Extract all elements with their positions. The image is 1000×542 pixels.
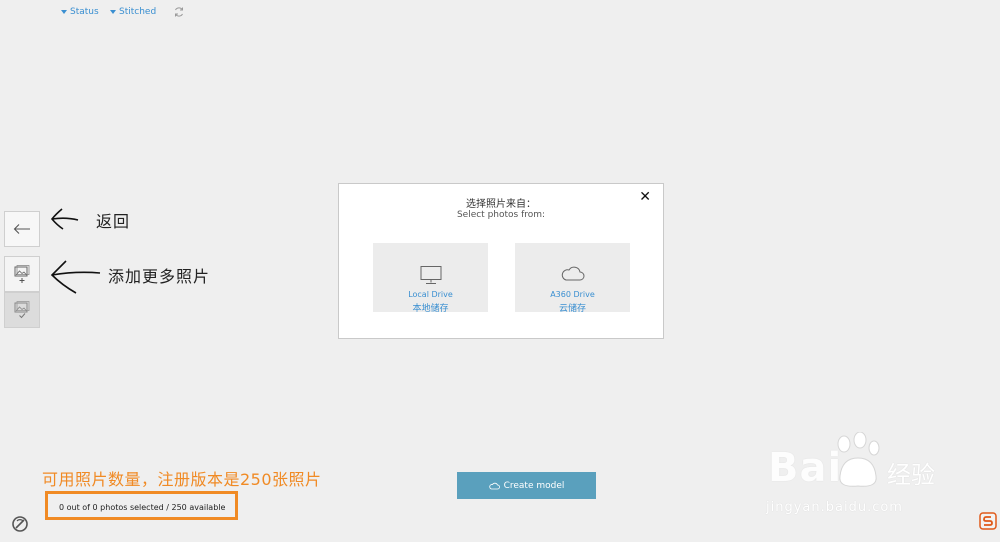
status-filter-label: Status (70, 7, 99, 17)
dialog-title-cn: 选择照片来自： (466, 199, 536, 210)
local-drive-label-cn: 本地储存 (412, 304, 449, 314)
select-photos-dialog: 选择照片来自： Select photos from: ✕ Local Driv… (338, 183, 664, 339)
a360-drive-label-cn: 云储存 (558, 304, 586, 314)
annotation-back-label: 返回 (96, 212, 131, 231)
photo-count-status: 0 out of 0 photos selected / 250 availab… (45, 491, 238, 520)
sync-icon[interactable] (11, 515, 29, 533)
refresh-icon[interactable] (173, 6, 185, 18)
local-drive-option[interactable]: Local Drive 本地储存 (373, 243, 488, 314)
watermark-brand-cn: 经验 (887, 461, 935, 489)
photo-check-icon (14, 301, 30, 319)
watermark-url: jingyan.baidu.com (766, 500, 903, 515)
arrow-left-icon (13, 224, 30, 234)
stitched-filter[interactable]: Stitched (110, 7, 156, 17)
annotation-count-note: 可用照片数量，注册版本是250张照片 (42, 470, 322, 489)
status-filter[interactable]: Status (61, 7, 99, 17)
create-model-label: Create model (503, 480, 565, 491)
back-button[interactable] (4, 211, 40, 247)
photo-count-text: 0 out of 0 photos selected / 250 availab… (59, 503, 226, 512)
paw-icon (837, 432, 880, 487)
add-photos-button[interactable] (4, 256, 40, 292)
annotation-add-more-label: 添加更多照片 (108, 267, 211, 286)
close-icon[interactable]: ✕ (639, 190, 651, 204)
dialog-title: Select photos from: (456, 210, 546, 220)
create-model-button[interactable]: Create model (457, 472, 596, 499)
annotation-arrow-back (50, 208, 79, 230)
cloud-icon (561, 266, 584, 281)
a360-drive-label: A360 Drive (550, 290, 595, 299)
annotation-arrow-add (50, 260, 101, 294)
local-drive-label: Local Drive (408, 290, 453, 299)
add-photos-icon (14, 265, 30, 283)
a360-drive-option[interactable]: A360 Drive 云储存 (515, 243, 630, 314)
monitor-icon (420, 266, 441, 284)
caret-down-icon (110, 10, 116, 14)
stitched-filter-label: Stitched (119, 7, 157, 17)
caret-down-icon (61, 10, 67, 14)
cloud-icon (488, 482, 500, 489)
s-logo-icon (979, 512, 997, 530)
selected-photos-button[interactable] (4, 292, 40, 328)
